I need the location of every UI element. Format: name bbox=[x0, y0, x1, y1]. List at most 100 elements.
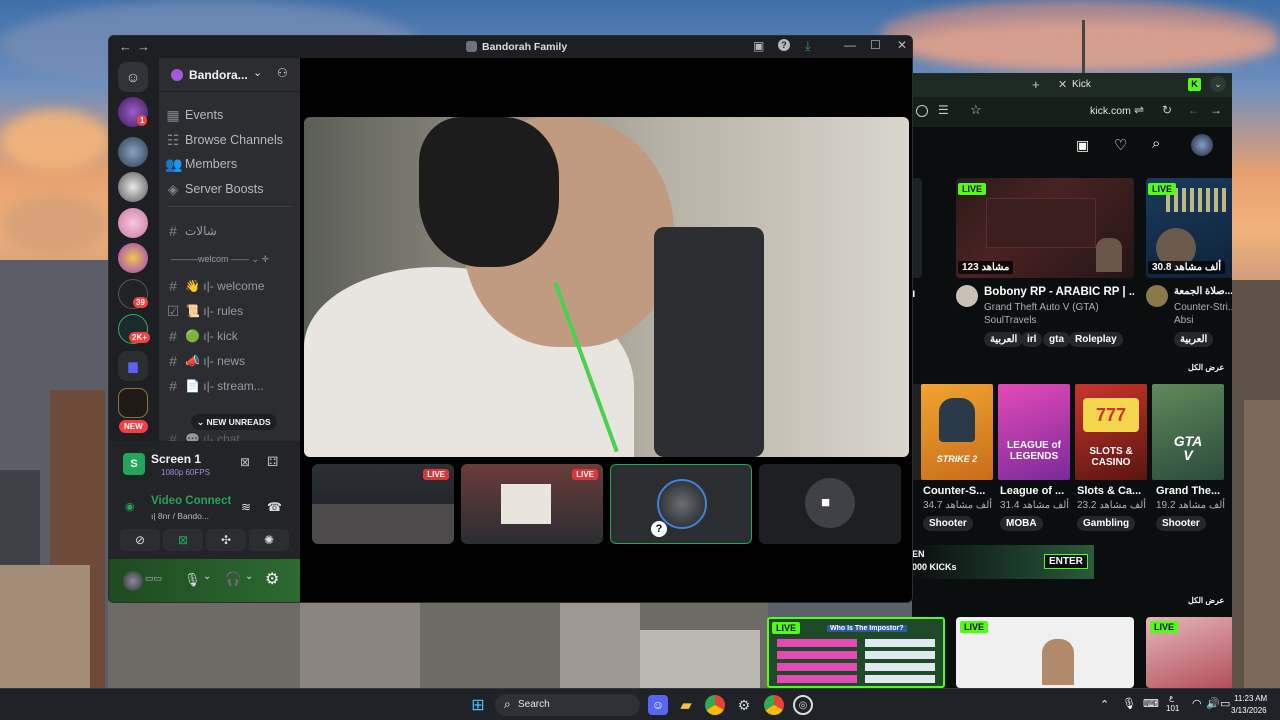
see-all-link[interactable]: عرض الكل bbox=[1188, 363, 1224, 372]
help-icon[interactable]: ? bbox=[778, 39, 790, 51]
server-folder-icon[interactable]: ▆ bbox=[118, 351, 148, 381]
tray-language[interactable]: ع bbox=[1169, 693, 1174, 702]
back-icon[interactable]: ← bbox=[1188, 103, 1200, 117]
streamer-name-2[interactable]: Absi bbox=[1174, 315, 1232, 326]
headphones-icon[interactable]: 🎧 bbox=[225, 571, 241, 587]
activities-button[interactable]: ✣ bbox=[206, 529, 246, 551]
reload-icon[interactable]: ↻ bbox=[1162, 103, 1172, 117]
channel-news[interactable]: # 📣 ı|‑ news bbox=[165, 350, 295, 372]
tag-roleplay[interactable]: Roleplay bbox=[1069, 332, 1123, 347]
stop-stream-icon[interactable]: ⊠ bbox=[240, 455, 250, 469]
tag-irl[interactable]: irl bbox=[1021, 332, 1043, 347]
back-arrow-icon[interactable]: ← bbox=[119, 39, 132, 54]
steam-icon[interactable]: ⚙ bbox=[734, 695, 754, 715]
file-explorer-icon[interactable]: ▰ bbox=[676, 695, 696, 715]
share-screen-button[interactable]: ⊠ bbox=[163, 529, 203, 551]
site-settings-icon[interactable]: ⇌ bbox=[1134, 103, 1144, 117]
main-video-feed[interactable] bbox=[304, 117, 909, 457]
channel-welcome[interactable]: # 👋 ı|‑ welcome bbox=[165, 275, 295, 297]
impostor-stream-thumbnail[interactable]: LIVE Who Is The Impostor? bbox=[767, 617, 945, 688]
menu-members[interactable]: 👥 Members bbox=[165, 153, 295, 175]
tray-keyboard-icon[interactable]: ⌨ bbox=[1143, 697, 1159, 710]
disconnect-icon[interactable]: ☎ bbox=[267, 500, 282, 514]
tab-list-icon[interactable]: ⌄ bbox=[1210, 76, 1226, 92]
channel-stream[interactable]: # 📄 ı|‑ stream... bbox=[165, 375, 295, 397]
category-tag-2[interactable]: MOBA bbox=[1000, 516, 1043, 531]
streamer-name[interactable]: SoulTravels bbox=[984, 315, 1134, 326]
volume-icon[interactable]: 🔊 bbox=[1206, 697, 1220, 710]
wifi-icon[interactable]: ◠ bbox=[1192, 697, 1202, 710]
server-header[interactable]: Bandora... ⌄ ⚇ bbox=[159, 58, 300, 92]
banner-enter-button[interactable]: ENTER bbox=[1044, 554, 1088, 569]
kick-following-icon[interactable]: ▣ bbox=[1076, 137, 1089, 154]
new-unreads-pill[interactable]: ⌄ NEW UNREADS bbox=[191, 414, 277, 430]
category-tag-4[interactable]: Shooter bbox=[1156, 516, 1206, 531]
user-avatar[interactable] bbox=[123, 571, 143, 591]
close-tab-icon[interactable]: ✕ bbox=[1058, 78, 1067, 91]
search-icon[interactable]: ⌕ bbox=[1152, 135, 1160, 152]
minimize-icon[interactable]: — bbox=[844, 38, 856, 52]
tab-kick[interactable]: Kick bbox=[1072, 79, 1091, 90]
discord-home-icon[interactable]: ☺ bbox=[118, 62, 148, 92]
soundboard-button[interactable]: ✺ bbox=[249, 529, 289, 551]
mic-chevron-icon[interactable]: ⌄ bbox=[203, 571, 211, 582]
chrome-profile-icon[interactable] bbox=[764, 695, 784, 715]
address-bar[interactable]: kick.com bbox=[1090, 105, 1131, 117]
category-name-2[interactable]: League of ... bbox=[1000, 485, 1072, 497]
category-name-3[interactable]: Slots & Ca... bbox=[1077, 485, 1149, 497]
stream-settings-icon[interactable]: ⚃ bbox=[267, 454, 278, 470]
tray-mic-icon[interactable]: 🎙 bbox=[1122, 697, 1136, 710]
category-tile-slots[interactable]: 777 SLOTS & CASINO bbox=[1075, 384, 1147, 480]
voice-channel-name[interactable]: ı| 8nr / Bando... bbox=[151, 511, 235, 521]
server-icon-2[interactable] bbox=[118, 137, 148, 167]
tabs-icon[interactable]: ☰ bbox=[938, 103, 949, 117]
inbox-icon[interactable]: ▣ bbox=[753, 39, 764, 53]
category-tag-3[interactable]: Gambling bbox=[1077, 516, 1136, 531]
server-icon-4[interactable] bbox=[118, 208, 148, 238]
streamer-avatar[interactable] bbox=[956, 285, 978, 307]
channel-rules[interactable]: ☑ 📜 ı|‑ rules bbox=[165, 300, 295, 322]
stream-tile-1[interactable]: LIVE bbox=[312, 464, 454, 544]
category-tag-1[interactable]: Shooter bbox=[923, 516, 973, 531]
forward-arrow-icon[interactable]: → bbox=[137, 39, 150, 54]
participant-tile-active[interactable]: ? bbox=[610, 464, 752, 544]
user-avatar[interactable] bbox=[1191, 134, 1213, 156]
new-tab-icon[interactable]: + bbox=[1032, 77, 1040, 92]
clock-time[interactable]: 11:23 AM bbox=[1234, 694, 1267, 703]
channel-pre[interactable]: # شالات bbox=[165, 220, 295, 242]
stream-title[interactable]: Bobony RP - ARABIC RP | ... bbox=[984, 286, 1134, 298]
discord-taskbar-icon[interactable]: ☺ bbox=[648, 695, 668, 715]
menu-events[interactable]: ▦ Events bbox=[165, 104, 295, 126]
bookmark-star-icon[interactable]: ☆ bbox=[970, 102, 982, 118]
category-tile-league[interactable]: LEAGUE of LEGENDS bbox=[998, 384, 1070, 480]
stream-thumbnail-1[interactable] bbox=[912, 178, 922, 278]
obs-icon[interactable]: ◎ bbox=[793, 695, 813, 715]
channel-kick[interactable]: # 🟢 ı|‑ kick bbox=[165, 325, 295, 347]
heart-icon[interactable]: ♡ bbox=[1114, 136, 1127, 154]
promo-banner[interactable]: EN 000 KICKs ENTER bbox=[912, 545, 1094, 579]
server-icon-8[interactable] bbox=[118, 388, 148, 418]
taskbar-search[interactable]: ⌕ Search bbox=[495, 694, 640, 716]
headphones-chevron-icon[interactable]: ⌄ bbox=[245, 571, 253, 582]
battery-icon[interactable]: ▭ bbox=[1220, 697, 1230, 710]
participant-tile-camera-off[interactable]: ■ bbox=[759, 464, 901, 544]
account-icon[interactable] bbox=[916, 105, 928, 117]
tag-arabic-2[interactable]: العربية bbox=[1174, 332, 1214, 347]
server-icon-3[interactable] bbox=[118, 172, 148, 202]
chrome-icon[interactable] bbox=[705, 695, 725, 715]
category-name-1[interactable]: Counter-S... bbox=[923, 485, 995, 497]
stream-tile-2[interactable]: LIVE bbox=[461, 464, 603, 544]
stream-category-2[interactable]: Counter-Stri... bbox=[1174, 302, 1232, 313]
download-icon[interactable]: ⤓ bbox=[805, 38, 811, 54]
server-icon-5[interactable] bbox=[118, 243, 148, 273]
menu-server-boosts[interactable]: ◈ Server Boosts bbox=[165, 178, 295, 200]
clock-date[interactable]: 3/13/2026 bbox=[1231, 706, 1267, 715]
tag-gta[interactable]: gta bbox=[1043, 332, 1070, 347]
camera-off-button[interactable]: ⊘ bbox=[120, 529, 160, 551]
close-icon[interactable]: ✕ bbox=[897, 38, 907, 52]
forward-icon[interactable]: → bbox=[1210, 103, 1222, 117]
category-tile-gta[interactable]: GTA V bbox=[1152, 384, 1224, 480]
stream-category[interactable]: Grand Theft Auto V (GTA) bbox=[984, 302, 1134, 313]
start-button-icon[interactable]: ⊞ bbox=[468, 695, 488, 715]
user-settings-icon[interactable]: ⚙ bbox=[265, 569, 279, 589]
